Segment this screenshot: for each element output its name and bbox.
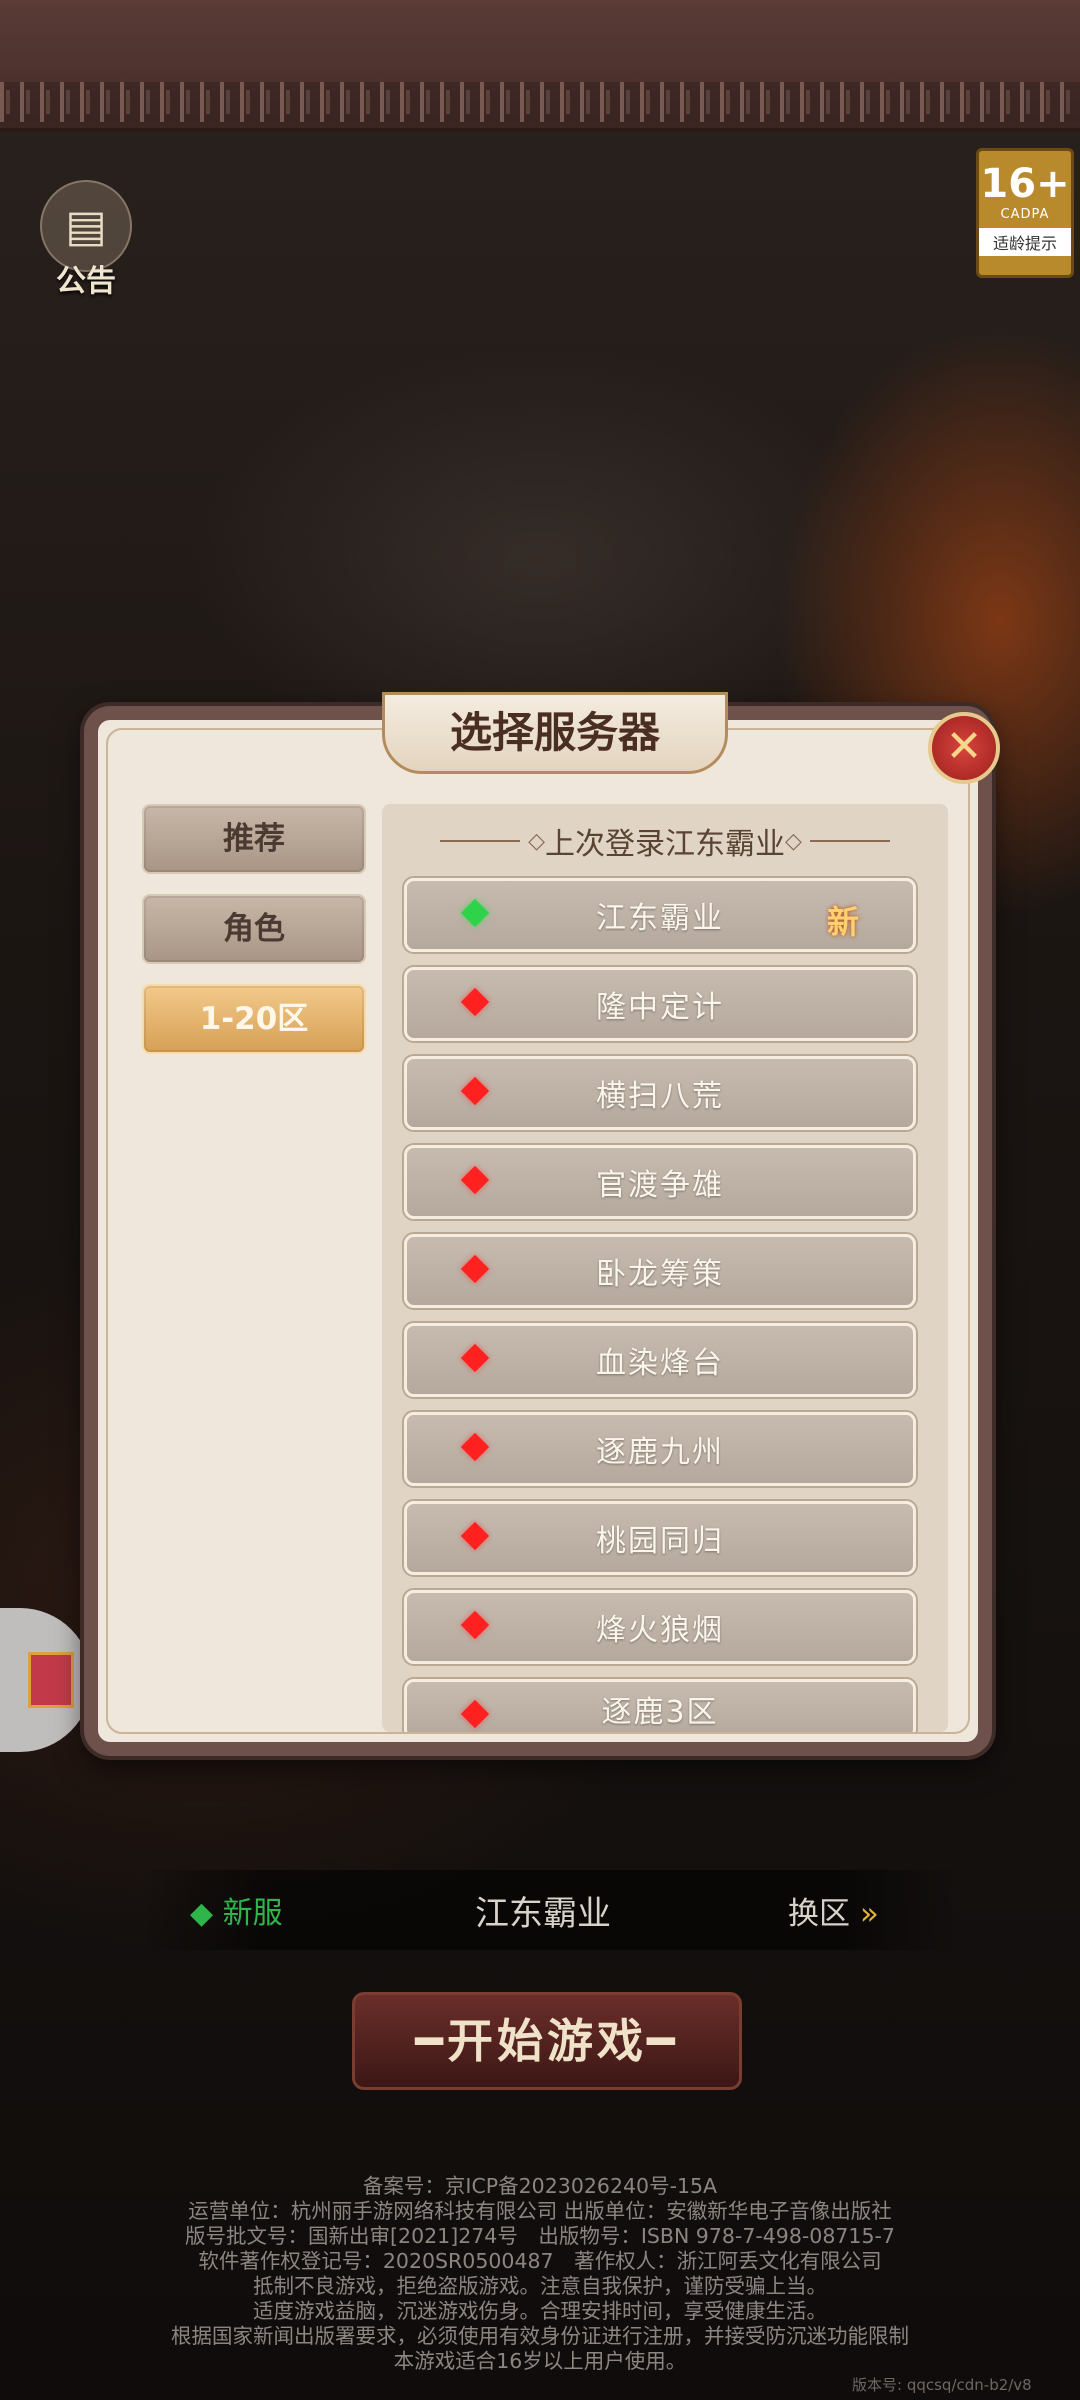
- server-item[interactable]: 烽火狼烟: [404, 1590, 916, 1664]
- legal-line: 版号批文号：国新出审[2021]274号 出版物号：ISBN 978-7-498…: [185, 2224, 895, 2248]
- close-button[interactable]: ✕: [928, 712, 1000, 784]
- server-item[interactable]: 逐鹿3区: [404, 1679, 916, 1732]
- start-game-button[interactable]: ━开始游戏━: [352, 1992, 742, 2090]
- diamond-icon: ◇: [785, 828, 802, 854]
- notice-label: 公告: [56, 264, 116, 299]
- legal-line: 抵制不良游戏，拒绝盗版游戏。注意自我保护，谨防受骗上当。: [253, 2274, 827, 2298]
- server-item[interactable]: 卧龙筹策: [404, 1234, 916, 1308]
- server-item[interactable]: 官渡争雄: [404, 1145, 916, 1219]
- modal-title: 选择服务器: [382, 692, 728, 774]
- last-login-header: ◇ 上次登录江东霸业 ◇: [382, 804, 948, 878]
- age-rating-value: 16+: [980, 161, 1070, 207]
- current-server-name: 江东霸业: [475, 1894, 611, 1934]
- last-login-text: 上次登录江东霸业: [545, 827, 785, 862]
- server-item[interactable]: 隆中定计: [404, 967, 916, 1041]
- tab-recommended[interactable]: 推荐: [142, 804, 366, 874]
- server-tabs: 推荐 角色 1-20区: [142, 804, 366, 1074]
- switch-server-label: 换区: [788, 1896, 850, 1932]
- age-rating-tip: 适龄提示: [979, 228, 1071, 256]
- current-server-bar: ◆ 新服 江东霸业 换区 »: [140, 1870, 960, 1950]
- legal-info: 备案号：京ICP备2023026240号-15A 运营单位：杭州丽手游网络科技有…: [0, 2174, 1080, 2374]
- new-server-tag: ◆ 新服: [190, 1896, 283, 1931]
- server-item[interactable]: 逐鹿九州: [404, 1412, 916, 1486]
- legal-line: 适度游戏益脑，沉迷游戏伤身。合理安排时间，享受健康生活。: [253, 2299, 827, 2323]
- age-rating-badge[interactable]: 16+ CADPA 适龄提示: [976, 148, 1074, 278]
- version-label: 版本号: qqcsq/cdn-b2/v8: [852, 2376, 1032, 2394]
- server-item[interactable]: 血染烽台: [404, 1323, 916, 1397]
- divider-left: [440, 840, 521, 842]
- tab-characters[interactable]: 角色: [142, 894, 366, 964]
- switch-server-button[interactable]: 换区 »: [788, 1888, 879, 1933]
- notice-button[interactable]: ▤ 公告: [36, 180, 136, 300]
- server-list[interactable]: ◇ 上次登录江东霸业 ◇ 江东霸业 新 隆中定计 横扫八荒 官渡争雄 卧龙筹策: [382, 804, 948, 1732]
- legal-line: 软件著作权登记号：2020SR0500487 著作权人：浙江阿丢文化有限公司: [198, 2249, 882, 2273]
- legal-line: 备案号：京ICP备2023026240号-15A: [362, 2174, 718, 2198]
- divider-right: [809, 840, 890, 842]
- server-item[interactable]: 江东霸业 新: [404, 878, 916, 952]
- new-badge: 新: [826, 903, 859, 941]
- legal-line: 根据国家新闻出版署要求，必须使用有效身份证进行注册，并接受防沉迷功能限制: [171, 2324, 909, 2348]
- server-item[interactable]: 横扫八荒: [404, 1056, 916, 1130]
- server-item[interactable]: 桃园同归: [404, 1501, 916, 1575]
- gift-icon: [28, 1652, 74, 1708]
- diamond-icon: ◇: [528, 828, 545, 854]
- chevron-right-icon: »: [859, 1896, 879, 1932]
- legal-line: 运营单位：杭州丽手游网络科技有限公司 出版单位：安徽新华电子音像出版社: [188, 2199, 892, 2223]
- age-rating-org: CADPA: [1000, 207, 1050, 222]
- top-banner: [0, 0, 1080, 132]
- close-icon: ✕: [945, 721, 983, 772]
- tab-zone-1-20[interactable]: 1-20区: [142, 984, 366, 1054]
- meander-border: [0, 82, 1080, 122]
- legal-line: 本游戏适合16岁以上用户使用。: [393, 2349, 687, 2373]
- server-select-modal: 选择服务器 推荐 角色 1-20区 ◇ 上次登录江东霸业 ◇ 江东霸业 新 隆中…: [84, 692, 992, 1756]
